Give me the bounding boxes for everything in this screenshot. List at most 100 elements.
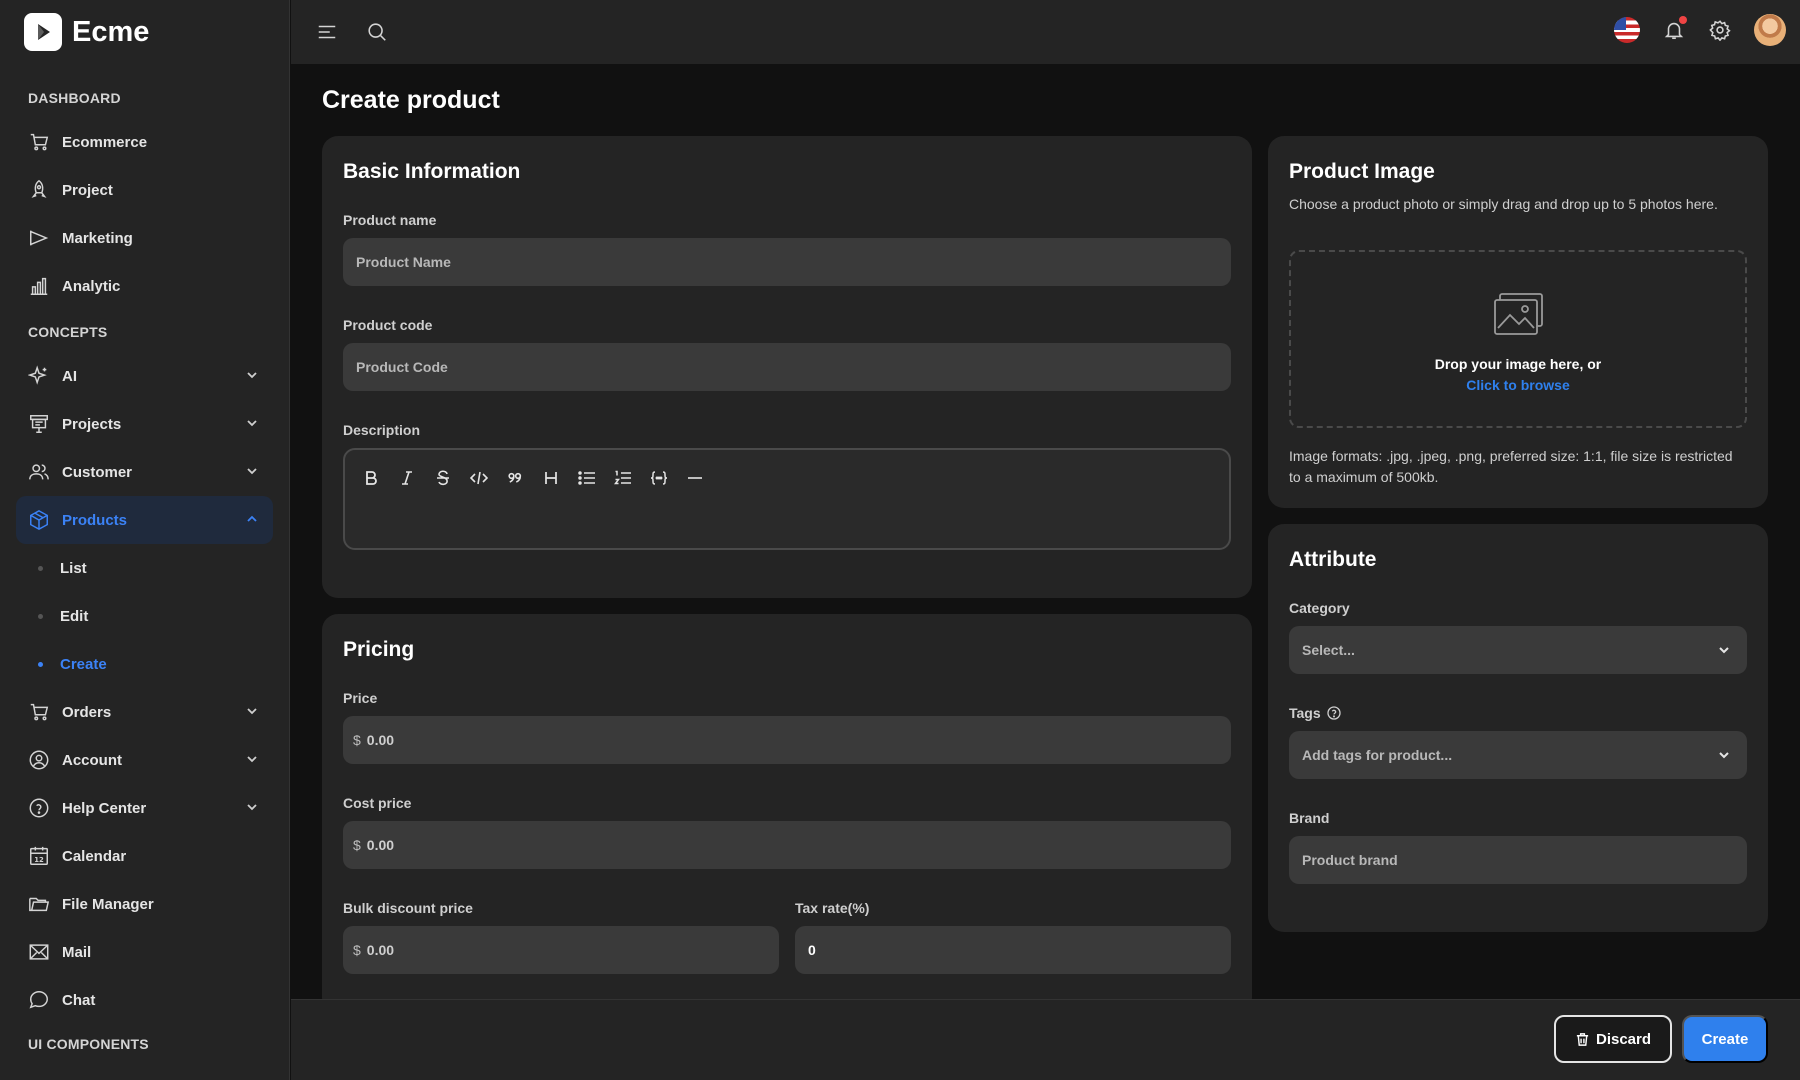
heading-icon[interactable] xyxy=(541,468,561,488)
chevron-down-icon xyxy=(1717,748,1731,762)
strikethrough-icon[interactable] xyxy=(433,468,453,488)
brand-input[interactable]: Product brand xyxy=(1289,836,1747,884)
code-icon[interactable] xyxy=(469,468,489,488)
page-title: Create product xyxy=(322,86,500,114)
us-flag-icon[interactable] xyxy=(1614,17,1640,43)
sidebar-item-label: Marketing xyxy=(62,229,133,247)
section-title-ui-components: UI COMPONENTS xyxy=(28,1036,149,1052)
bullet-list-icon[interactable] xyxy=(577,468,597,488)
italic-icon[interactable] xyxy=(397,468,417,488)
currency-prefix: $ xyxy=(353,942,361,958)
price-input[interactable]: $ 0.00 xyxy=(343,716,1231,764)
top-header xyxy=(291,0,1800,64)
gear-icon[interactable] xyxy=(1708,18,1732,42)
folder-icon xyxy=(28,893,50,915)
quote-icon[interactable] xyxy=(505,468,525,488)
sidebar-item-customer[interactable]: Customer xyxy=(16,448,273,496)
sidebar-item-chat[interactable]: Chat xyxy=(16,976,273,1024)
chevron-down-icon xyxy=(1717,643,1731,657)
image-format-note: Image formats: .jpg, .jpeg, .png, prefer… xyxy=(1289,448,1733,485)
image-dropzone[interactable]: Drop your image here, or Click to browse xyxy=(1289,250,1747,428)
svg-text:12: 12 xyxy=(34,856,44,864)
app-name: Ecme xyxy=(72,15,150,48)
sidebar-item-ai[interactable]: AI xyxy=(16,352,273,400)
rocket-icon xyxy=(28,179,50,201)
currency-prefix: $ xyxy=(353,837,361,853)
category-label: Category xyxy=(1289,600,1350,616)
sidebar-item-analytic[interactable]: Analytic xyxy=(16,262,273,310)
calendar-icon: 12 xyxy=(28,845,50,867)
tax-rate-input[interactable]: 0 xyxy=(795,926,1231,974)
product-name-label: Product name xyxy=(343,212,437,228)
tags-label: Tags xyxy=(1289,705,1321,721)
mail-icon xyxy=(28,941,50,963)
sidebar-item-account[interactable]: Account xyxy=(16,736,273,784)
help-circle-icon[interactable] xyxy=(1326,706,1341,720)
ordered-list-icon[interactable] xyxy=(613,468,633,488)
bulk-discount-value: 0.00 xyxy=(366,942,395,958)
app-logo[interactable]: Ecme xyxy=(0,0,289,64)
chevron-down-icon xyxy=(245,704,259,718)
pricing-card: Pricing Price $ 0.00 Cost price $ 0.00 B… xyxy=(322,614,1252,1014)
presentation-icon xyxy=(28,413,50,435)
users-icon xyxy=(28,461,50,483)
sidebar-item-label: Ecommerce xyxy=(62,133,148,151)
bar-chart-icon xyxy=(28,275,50,297)
sidebar-subitem-edit[interactable]: Edit xyxy=(16,592,273,640)
category-select[interactable]: Select... xyxy=(1289,626,1747,674)
tags-select[interactable]: Add tags for product... xyxy=(1289,731,1747,779)
sidebar-subitem-label: Edit xyxy=(60,607,89,625)
description-editor[interactable] xyxy=(343,448,1231,550)
cost-price-label: Cost price xyxy=(343,795,412,811)
sidebar-item-marketing[interactable]: Marketing xyxy=(16,214,273,262)
product-code-input[interactable]: Product Code xyxy=(343,343,1231,391)
trash-icon xyxy=(1575,1032,1590,1047)
product-name-input[interactable]: Product Name xyxy=(343,238,1231,286)
bold-icon[interactable] xyxy=(361,468,381,488)
sidebar-item-help-center[interactable]: Help Center xyxy=(16,784,273,832)
tax-rate-label: Tax rate(%) xyxy=(795,900,870,916)
section-title-concepts: CONCEPTS xyxy=(28,324,108,340)
price-value: 0.00 xyxy=(366,732,395,748)
cost-price-input[interactable]: $ 0.00 xyxy=(343,821,1231,869)
bullet-dot xyxy=(38,614,43,619)
sidebar-item-project[interactable]: Project xyxy=(16,166,273,214)
sidebar-item-label: Mail xyxy=(62,943,92,961)
user-circle-icon xyxy=(28,749,50,771)
sidebar-item-projects[interactable]: Projects xyxy=(16,400,273,448)
sidebar-subitem-label: Create xyxy=(60,655,107,673)
sidebar-item-label: Help Center xyxy=(62,799,147,817)
sidebar-subitem-list[interactable]: List xyxy=(16,544,273,592)
sidebar-item-products[interactable]: Products xyxy=(16,496,273,544)
horizontal-rule-icon[interactable] xyxy=(685,468,705,488)
help-circle-icon xyxy=(28,797,50,819)
bell-icon[interactable] xyxy=(1662,16,1687,42)
browse-link[interactable]: Click to browse xyxy=(1291,377,1745,393)
cost-price-value: 0.00 xyxy=(366,837,395,853)
sidebar-item-file-manager[interactable]: File Manager xyxy=(16,880,273,928)
avatar[interactable] xyxy=(1754,14,1786,46)
card-title: Product Image xyxy=(1289,160,1435,183)
cart-icon xyxy=(28,131,50,153)
sidebar-item-ecommerce[interactable]: Ecommerce xyxy=(16,118,273,166)
discard-button[interactable]: Discard xyxy=(1554,1015,1672,1063)
megaphone-icon xyxy=(28,227,50,249)
menu-toggle-icon[interactable] xyxy=(315,20,339,44)
sidebar-item-orders[interactable]: Orders xyxy=(16,688,273,736)
sidebar-item-mail[interactable]: Mail xyxy=(16,928,273,976)
image-description: Choose a product photo or simply drag an… xyxy=(1289,196,1718,212)
discard-label: Discard xyxy=(1595,1030,1652,1048)
card-title: Pricing xyxy=(343,638,415,661)
sidebar-item-calendar[interactable]: 12 Calendar xyxy=(16,832,273,880)
chevron-down-icon xyxy=(245,800,259,814)
code-block-icon[interactable] xyxy=(649,468,669,488)
sidebar-subitem-create[interactable]: Create xyxy=(16,640,273,688)
bullet-dot xyxy=(38,662,43,667)
card-title: Basic Information xyxy=(343,160,521,183)
product-code-label: Product code xyxy=(343,317,433,333)
chevron-down-icon xyxy=(245,464,259,478)
sidebar-item-label: Project xyxy=(62,181,113,199)
bulk-discount-input[interactable]: $ 0.00 xyxy=(343,926,779,974)
search-icon[interactable] xyxy=(365,20,389,44)
create-button[interactable]: Create xyxy=(1682,1015,1768,1063)
